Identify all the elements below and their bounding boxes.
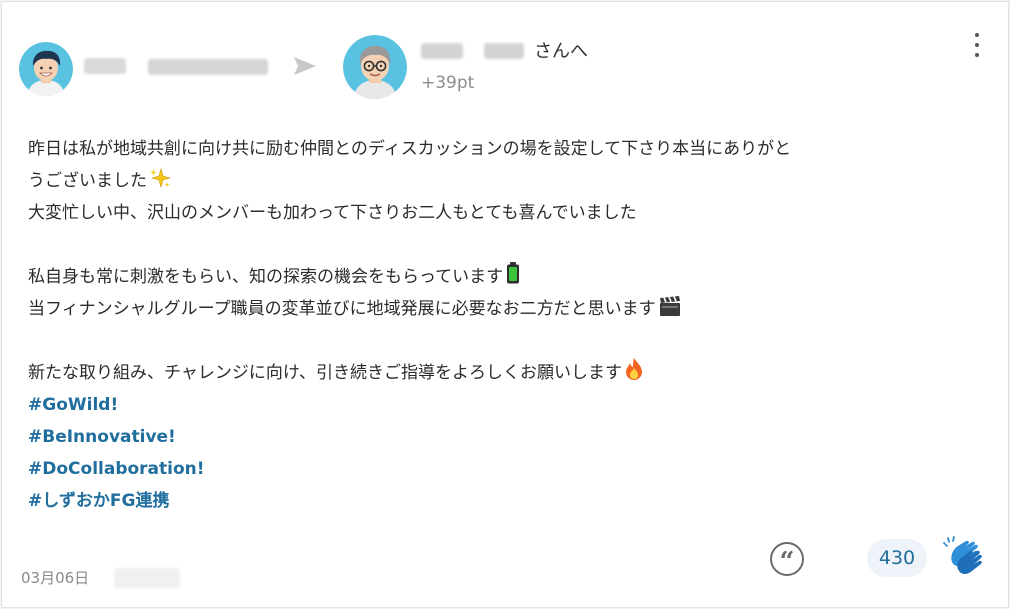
message-line-text: 当フィナンシャルグループ職員の変革並びに地域発展に必要なお二方だと思います [28,299,656,319]
message-line-with-emoji: 当フィナンシャルグループ職員の変革並びに地域発展に必要なお二方だと思います [28,293,988,325]
more-vertical-icon[interactable] [967,32,987,62]
hashtag-link[interactable]: #DoCollaboration! [28,453,988,485]
message-line-text: うございました [28,171,147,191]
sender-name-redacted-2 [148,59,268,75]
clapping-hands-icon[interactable] [942,534,988,580]
avatar-man-dark-hair-icon [19,42,73,96]
recipient-name-redacted [421,43,463,59]
message-line-text: 新たな取り組み、チャレンジに向け、引き続きご指導をよろしくお願いします [28,363,622,383]
sender-avatar[interactable] [19,42,73,96]
hashtag-link[interactable]: #BeInnovative! [28,421,988,453]
message-line-text: 私自身も常に刺激をもらい、知の探索の機会をもらっています [28,267,504,287]
recipient-avatar[interactable] [343,35,407,99]
battery-icon [505,261,521,296]
arrow-right-icon [294,57,316,75]
recipient-name-redacted-2 [484,43,524,59]
quote-icon[interactable]: “ [770,542,804,577]
clapper-board-icon [658,295,682,328]
hashtag-link[interactable]: #しずおかFG連携 [28,485,988,517]
message-line-with-emoji: 新たな取り組み、チャレンジに向け、引き続きご指導をよろしくお願いします [28,357,988,389]
hashtag-link[interactable]: #GoWild! [28,389,988,421]
avatar-man-glasses-icon [343,35,407,99]
clap-count[interactable]: 430 [867,539,927,577]
sparkles-icon [149,167,172,200]
post-card: さんへ +39pt 昨日は私が地域共創に向け共に励む仲間とのディスカッションの場… [1,1,1009,608]
recipient-suffix: さんへ [534,41,588,62]
message-line-with-emoji: 私自身も常に刺激をもらい、知の探索の機会をもらっています [28,261,988,293]
message-line: 昨日は私が地域共創に向け共に励む仲間とのディスカッションの場を設定して下さり本当… [28,139,792,159]
footer-redacted [114,568,180,588]
message-body: 昨日は私が地域共創に向け共に励む仲間とのディスカッションの場を設定して下さり本当… [28,133,988,517]
post-date: 03月06日 [21,569,90,587]
sender-name-redacted [84,58,126,74]
message-line-with-emoji: うございました [28,165,988,197]
recipient-points: +39pt [421,73,475,93]
message-line: 大変忙しい中、沢山のメンバーも加わって下さりお二人もとても喜んでいました [28,203,637,223]
fire-icon [624,357,644,392]
